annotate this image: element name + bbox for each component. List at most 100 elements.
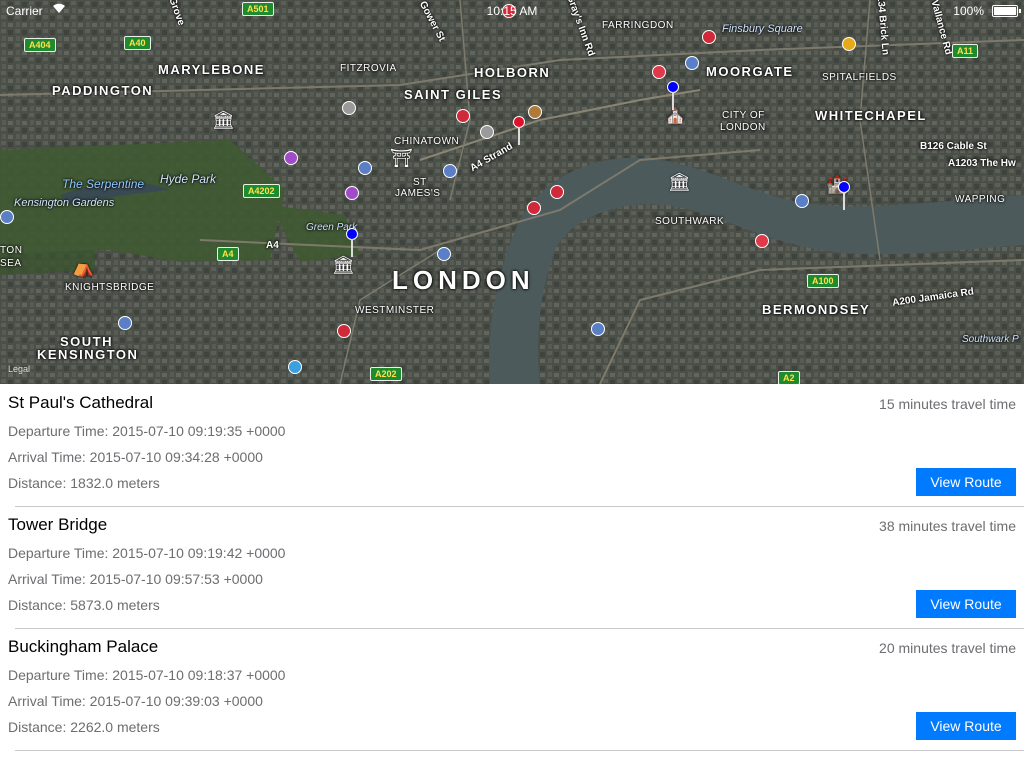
distance: Distance: 5873.0 meters <box>8 597 160 613</box>
destination-name: Tower Bridge <box>8 515 108 534</box>
road-shield: A404 <box>24 38 56 52</box>
travel-time: 38 minutes travel time <box>879 518 1016 534</box>
district-label: MOORGATE <box>706 64 794 79</box>
theatre-icon[interactable] <box>550 185 564 199</box>
district-label: BERMONDSEY <box>762 302 871 317</box>
road-shield: A100 <box>807 274 839 288</box>
road-shield: A4202 <box>243 184 280 198</box>
departure-time: Departure Time: 2015-07-10 09:19:35 +000… <box>8 423 286 439</box>
museum-icon[interactable] <box>685 56 699 70</box>
route-row[interactable]: Tower Bridge 38 minutes travel time Depa… <box>0 506 1024 629</box>
theatre-icon[interactable] <box>337 324 351 338</box>
district-label: FARRINGDON <box>602 20 674 31</box>
park-label: Finsbury Square <box>722 23 803 35</box>
landmark-icon[interactable]: ⛺ <box>72 257 94 278</box>
view-route-button[interactable]: View Route <box>916 468 1016 496</box>
travel-time: 20 minutes travel time <box>879 640 1016 656</box>
map-pin-current-location[interactable] <box>512 116 526 146</box>
road-shield: A202 <box>370 367 402 381</box>
status-time: 10:15 AM <box>486 4 538 18</box>
road-label: B126 Cable St <box>920 141 987 152</box>
map-pin-buckingham[interactable] <box>345 228 359 258</box>
road-label: Southwark P <box>962 334 1019 345</box>
museum-icon[interactable] <box>443 164 457 178</box>
city-label: LONDON <box>392 265 535 295</box>
museum-icon[interactable] <box>591 322 605 336</box>
district-label: JAMES'S <box>395 188 441 199</box>
apple-store-icon[interactable] <box>480 125 494 139</box>
district-label: KENSINGTON <box>37 347 139 362</box>
district-label: WHITECHAPEL <box>815 108 927 123</box>
road-label: A4 <box>266 240 279 251</box>
university-icon[interactable] <box>528 105 542 119</box>
road-shield: A4 <box>217 247 239 261</box>
arrival-time: Arrival Time: 2015-07-10 09:57:53 +0000 <box>8 571 263 587</box>
district-label: TON <box>0 245 23 256</box>
theatre-icon[interactable] <box>702 30 716 44</box>
apple-store-icon[interactable] <box>342 101 356 115</box>
departure-time: Departure Time: 2015-07-10 09:18:37 +000… <box>8 667 286 683</box>
district-label: CITY OF <box>722 110 765 121</box>
map-pin-tower-bridge[interactable] <box>837 181 851 211</box>
hotel-icon[interactable] <box>284 151 298 165</box>
theatre-icon[interactable] <box>527 201 541 215</box>
transit-icon[interactable] <box>288 360 302 374</box>
satellite-map[interactable]: MARYLEBONE PADDINGTON FITZROVIA HOLBORN … <box>0 0 1024 384</box>
road-shield: A2 <box>778 371 800 384</box>
hospital-icon[interactable] <box>652 65 666 79</box>
museum-icon[interactable] <box>795 194 809 208</box>
battery-icon <box>992 5 1021 17</box>
landmark-icon[interactable]: ⛩ <box>390 148 413 169</box>
map-terrain <box>0 0 1024 384</box>
district-label: SOUTHWARK <box>655 216 725 227</box>
map-pin-st-pauls[interactable] <box>666 81 680 111</box>
district-label: WAPPING <box>955 194 1006 205</box>
view-route-button[interactable]: View Route <box>916 590 1016 618</box>
hotel-icon[interactable] <box>345 186 359 200</box>
road-label: A1203 The Hw <box>948 158 1016 169</box>
museum-icon[interactable] <box>358 161 372 175</box>
view-route-button[interactable]: View Route <box>916 712 1016 740</box>
distance: Distance: 1832.0 meters <box>8 475 160 491</box>
route-list[interactable]: St Paul's Cathedral 15 minutes travel ti… <box>0 384 1024 751</box>
district-label: SAINT GILES <box>404 87 503 102</box>
distance: Distance: 2262.0 meters <box>8 719 160 735</box>
destination-name: Buckingham Palace <box>8 637 159 656</box>
park-label: Kensington Gardens <box>14 197 115 209</box>
arrival-time: Arrival Time: 2015-07-10 09:34:28 +0000 <box>8 449 263 465</box>
museum-icon[interactable] <box>118 316 132 330</box>
theatre-icon[interactable] <box>456 109 470 123</box>
travel-time: 15 minutes travel time <box>879 396 1016 412</box>
district-label: LONDON <box>720 122 766 133</box>
palace-icon[interactable]: 🏛 <box>332 255 355 276</box>
district-label: KNIGHTSBRIDGE <box>65 282 155 293</box>
park-label: Hyde Park <box>160 172 217 186</box>
district-label: CHINATOWN <box>394 136 460 147</box>
battery-percent: 100% <box>953 4 984 18</box>
landmark-icon[interactable]: 🏛 <box>668 172 691 193</box>
food-icon[interactable] <box>842 37 856 51</box>
district-label: SPITALFIELDS <box>822 72 897 83</box>
legal-link[interactable]: Legal <box>8 364 30 374</box>
route-row[interactable]: Buckingham Palace 20 minutes travel time… <box>0 628 1024 751</box>
landmark-icon[interactable]: 🏛 <box>212 110 235 131</box>
museum-icon[interactable] <box>437 247 451 261</box>
departure-time: Departure Time: 2015-07-10 09:19:42 +000… <box>8 545 286 561</box>
route-row[interactable]: St Paul's Cathedral 15 minutes travel ti… <box>0 384 1024 507</box>
hospital-icon[interactable] <box>755 234 769 248</box>
district-label: FITZROVIA <box>340 63 397 74</box>
district-label: WESTMINSTER <box>355 305 435 316</box>
road-shield: A11 <box>952 44 979 58</box>
district-label: MARYLEBONE <box>158 62 265 77</box>
museum-icon[interactable] <box>0 210 14 224</box>
water-label: The Serpentine <box>62 177 145 191</box>
destination-name: St Paul's Cathedral <box>8 393 153 412</box>
district-label: ST <box>413 177 427 188</box>
district-label: PADDINGTON <box>52 83 154 98</box>
status-bar: Carrier 10:15 AM 100% <box>0 0 1024 20</box>
road-shield: A40 <box>124 36 151 50</box>
district-label: HOLBORN <box>474 65 551 80</box>
row-separator <box>15 750 1024 751</box>
district-label: SEA <box>0 258 22 269</box>
arrival-time: Arrival Time: 2015-07-10 09:39:03 +0000 <box>8 693 263 709</box>
